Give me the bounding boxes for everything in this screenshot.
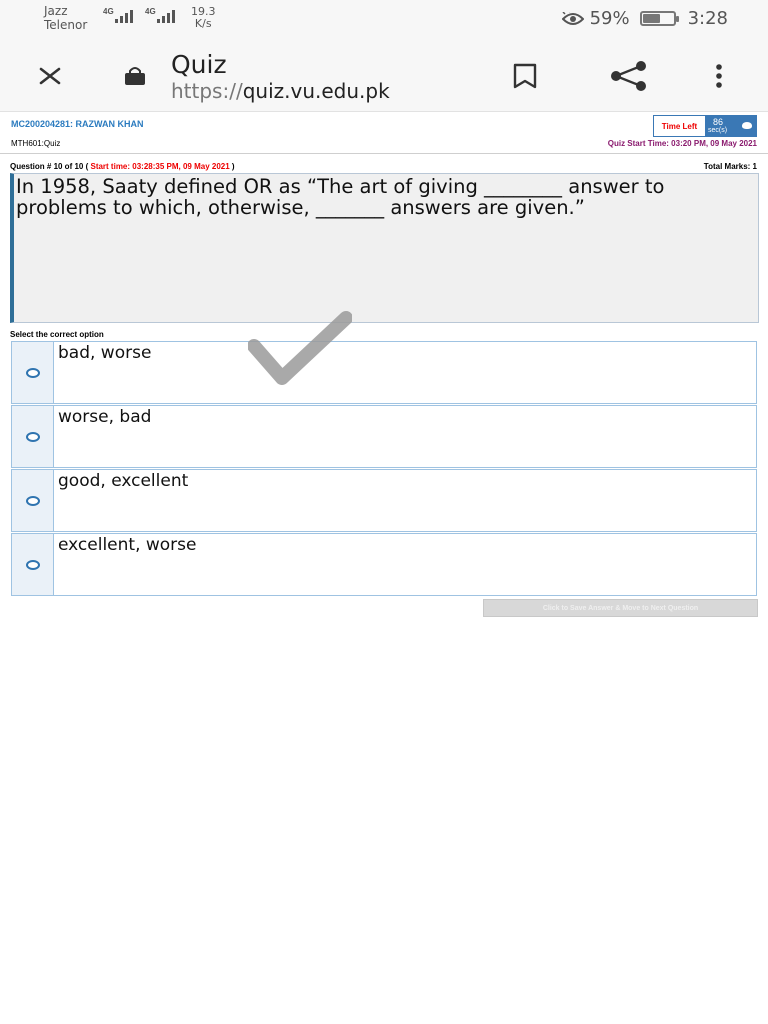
course-code: MTH601:Quiz: [11, 139, 61, 148]
total-marks: Total Marks: 1: [703, 162, 757, 171]
select-option-label: Select the correct option: [10, 330, 104, 339]
signal-2-icon: 4G: [145, 7, 175, 28]
time-left-value: 86: [713, 117, 724, 127]
option-4[interactable]: excellent, worse: [11, 533, 757, 596]
option-1[interactable]: bad, worse: [11, 341, 757, 404]
option-2-text[interactable]: worse, bad: [54, 406, 756, 467]
option-4-text[interactable]: excellent, worse: [54, 534, 756, 595]
timer-icon: [742, 122, 752, 129]
option-4-radio[interactable]: [25, 559, 40, 570]
question-header-close: ): [231, 162, 235, 171]
close-button[interactable]: [30, 60, 70, 92]
share-button[interactable]: [605, 58, 651, 94]
carrier-1: Jazz: [44, 4, 68, 18]
status-bar: Jazz Telenor 4G 4G 19.3 K/s 59% 3:28: [0, 0, 768, 40]
url-scheme: https://: [171, 79, 243, 103]
page-url[interactable]: https://quiz.vu.edu.pk: [171, 79, 390, 103]
question-text: In 1958, Saaty defined OR as “The art of…: [10, 173, 759, 323]
option-1-text[interactable]: bad, worse: [54, 342, 756, 403]
network-type-1: 4G: [103, 7, 114, 16]
more-button[interactable]: [706, 60, 732, 92]
option-2[interactable]: worse, bad: [11, 405, 757, 468]
option-2-radio-cell[interactable]: [12, 406, 54, 467]
share-icon: [611, 61, 646, 91]
lock-icon: [125, 67, 145, 85]
close-icon: [39, 67, 61, 85]
divider: [0, 153, 768, 154]
page-title: Quiz: [171, 50, 227, 79]
student-name: MC200204281: RAZWAN KHAN: [11, 119, 144, 129]
time-left-value-box: 86 sec(s): [705, 116, 756, 136]
option-4-radio-cell[interactable]: [12, 534, 54, 595]
time-left-label: Time Left: [654, 116, 705, 136]
time-left-box: Time Left 86 sec(s): [653, 115, 757, 137]
data-speed: 19.3 K/s: [191, 6, 216, 30]
battery-icon: [639, 11, 679, 26]
option-3-radio[interactable]: [25, 495, 40, 506]
signal-1-icon: 4G: [103, 7, 133, 28]
quiz-start-time: Quiz Start Time: 03:20 PM, 09 May 2021: [607, 139, 757, 148]
network-type-2: 4G: [145, 7, 156, 16]
site-info-button[interactable]: [120, 64, 150, 88]
url-host: quiz.vu.edu.pk: [242, 79, 390, 103]
question-number: Question # 10 of 10 (: [10, 162, 89, 171]
option-1-radio-cell[interactable]: [12, 342, 54, 403]
question-header: Question # 10 of 10 ( Start time: 03:28:…: [10, 162, 235, 171]
option-3-radio-cell[interactable]: [12, 470, 54, 531]
carrier-2: Telenor: [44, 18, 88, 32]
speed-unit: K/s: [194, 17, 212, 30]
option-2-radio[interactable]: [25, 431, 40, 442]
status-right: 59% 3:28: [561, 8, 728, 29]
option-3-text[interactable]: good, excellent: [54, 470, 756, 531]
carrier-names: Jazz Telenor: [44, 4, 87, 32]
bookmark-icon: [513, 63, 537, 89]
clock: 3:28: [687, 8, 728, 29]
eye-comfort-icon: [561, 11, 584, 25]
bookmark-button[interactable]: [506, 58, 544, 94]
browser-toolbar: Quiz https://quiz.vu.edu.pk: [0, 40, 768, 112]
more-vert-icon: [716, 64, 722, 88]
time-left-unit: sec(s): [708, 127, 728, 134]
battery-percent: 59%: [589, 8, 630, 29]
option-3[interactable]: good, excellent: [11, 469, 757, 532]
save-next-button[interactable]: Click to Save Answer & Move to Next Ques…: [483, 599, 758, 617]
option-1-radio[interactable]: [25, 367, 40, 378]
question-start-time: Start time: 03:28:35 PM, 09 May 2021: [90, 162, 230, 171]
